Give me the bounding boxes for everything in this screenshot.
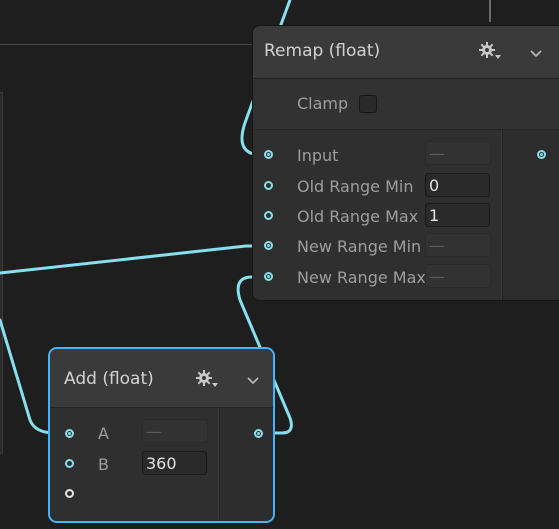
background-node-top-line — [0, 44, 252, 45]
remap-node-header[interactable]: Remap (float) — [253, 26, 559, 79]
port-new-range-min[interactable] — [264, 241, 273, 250]
remap-inputs: Input Old Range Min Old Range Max New Ra… — [253, 130, 501, 300]
settings-button[interactable] — [195, 369, 221, 391]
port-b[interactable] — [65, 459, 74, 468]
remap-settings-section: Clamp — [253, 79, 559, 130]
port-a[interactable] — [65, 429, 74, 438]
gear-dropdown-icon — [196, 370, 218, 387]
collapse-button[interactable] — [527, 44, 545, 62]
port-old-range-min[interactable] — [264, 181, 273, 190]
port-old-range-max[interactable] — [264, 211, 273, 220]
b-label: B — [98, 455, 109, 474]
old-range-min-field[interactable] — [425, 173, 490, 197]
port-remap-output[interactable] — [537, 150, 546, 159]
port-new-range-max[interactable] — [264, 272, 273, 281]
background-node-edge — [0, 92, 3, 454]
old-range-max-label: Old Range Max — [297, 207, 419, 226]
settings-button[interactable] — [478, 41, 504, 63]
gear-dropdown-icon — [479, 42, 501, 59]
add-inputs: A B — [50, 408, 218, 521]
chevron-down-icon — [530, 50, 542, 58]
input-field — [425, 141, 491, 165]
port-add-output[interactable] — [254, 429, 263, 438]
remap-outputs — [502, 130, 559, 300]
add-outputs — [219, 408, 273, 521]
new-range-max-field — [425, 264, 491, 288]
add-node-header[interactable]: Add (float) — [50, 349, 273, 408]
chevron-down-icon — [247, 377, 259, 385]
old-range-max-field[interactable] — [425, 203, 490, 227]
node-title: Add (float) — [64, 369, 154, 389]
old-range-min-label: Old Range Min — [297, 177, 414, 196]
remap-node[interactable]: Remap (float) Clamp Input — Old Range Mi… — [253, 26, 559, 300]
node-title: Remap (float) — [264, 41, 381, 61]
a-field — [142, 419, 208, 443]
new-range-min-field — [425, 233, 491, 257]
add-node[interactable]: Add (float) A B — [50, 349, 273, 521]
clamp-checkbox[interactable] — [359, 95, 377, 113]
new-range-max-label: New Range Max — [297, 268, 426, 287]
clamp-label: Clamp — [297, 94, 349, 113]
port-input[interactable] — [264, 150, 273, 159]
b-field[interactable] — [142, 451, 207, 475]
a-label: A — [98, 424, 109, 443]
input-label: Input — [297, 146, 339, 165]
wire-new-range-min — [0, 244, 270, 275]
new-range-min-label: New Range Min — [297, 237, 422, 256]
port-add-extra[interactable] — [65, 489, 74, 498]
collapse-button[interactable] — [244, 371, 262, 389]
